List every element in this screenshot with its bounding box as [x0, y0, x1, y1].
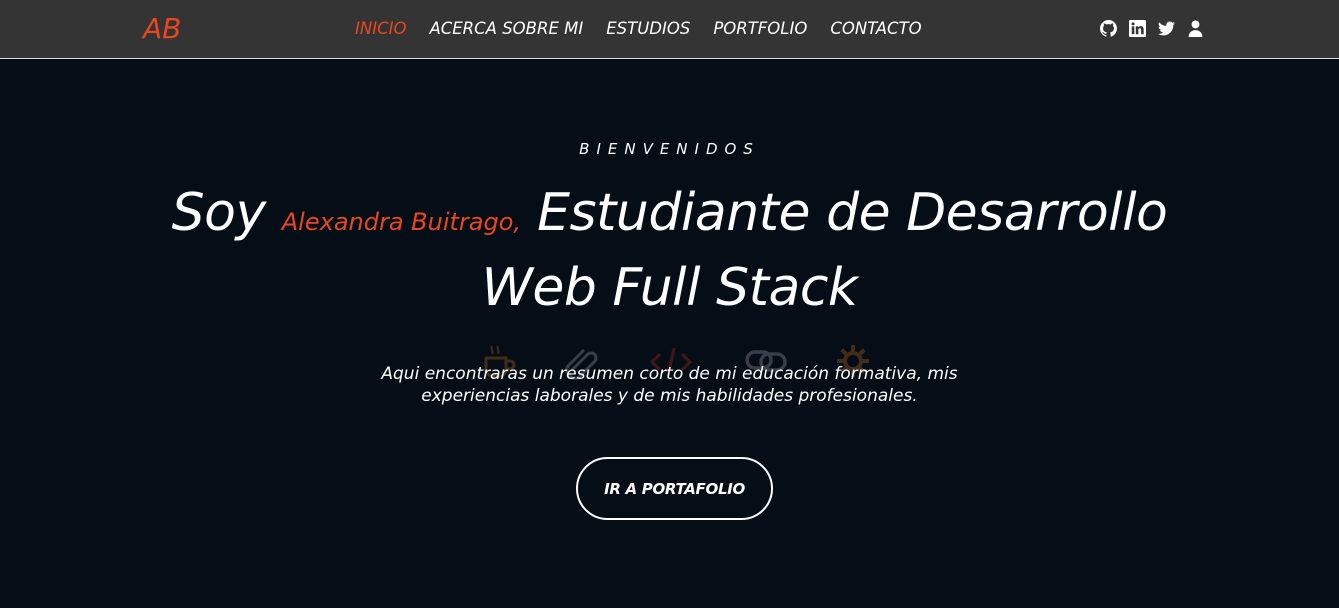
- nav-item-contacto[interactable]: CONTACTO: [830, 18, 921, 40]
- nav-item-inicio[interactable]: INICIO: [355, 18, 406, 40]
- nav-item-portfolio[interactable]: PORTFOLIO: [713, 18, 807, 40]
- linkedin-icon[interactable]: [1129, 20, 1146, 37]
- hero-section: BIENVENIDOS Soy Alexandra Buitrago, Estu…: [0, 60, 1339, 608]
- hero-subtitle: Aqui encontraras un resumen corto de mi …: [0, 363, 1339, 407]
- nav-item-acerca[interactable]: ACERCA SOBRE MI: [429, 18, 583, 40]
- headline-line2: Web Full Stack: [481, 258, 858, 318]
- portfolio-cta-button[interactable]: IR A PORTAFOLIO: [576, 457, 773, 520]
- main-nav: INICIO ACERCA SOBRE MI ESTUDIOS PORTFOLI…: [355, 18, 922, 40]
- nav-item-estudios[interactable]: ESTUDIOS: [606, 18, 690, 40]
- twitter-icon[interactable]: [1158, 20, 1175, 37]
- subtitle-line2: experiencias laborales y de mis habilida…: [421, 386, 918, 406]
- social-links: [1100, 20, 1204, 37]
- user-icon[interactable]: [1187, 20, 1204, 37]
- headline-line1-rest: Estudiante de Desarrollo: [537, 183, 1168, 243]
- hero-headline: Soy Alexandra Buitrago, Estudiante de De…: [0, 180, 1339, 321]
- subtitle-line1: Aqui encontraras un resumen corto de mi …: [381, 364, 958, 384]
- hero-name: Alexandra Buitrago,: [281, 208, 522, 236]
- headline-prefix: Soy: [171, 183, 267, 243]
- navbar: AB INICIO ACERCA SOBRE MI ESTUDIOS PORTF…: [0, 0, 1339, 59]
- github-icon[interactable]: [1100, 20, 1117, 37]
- logo[interactable]: AB: [143, 13, 181, 45]
- welcome-kicker: BIENVENIDOS: [579, 140, 760, 158]
